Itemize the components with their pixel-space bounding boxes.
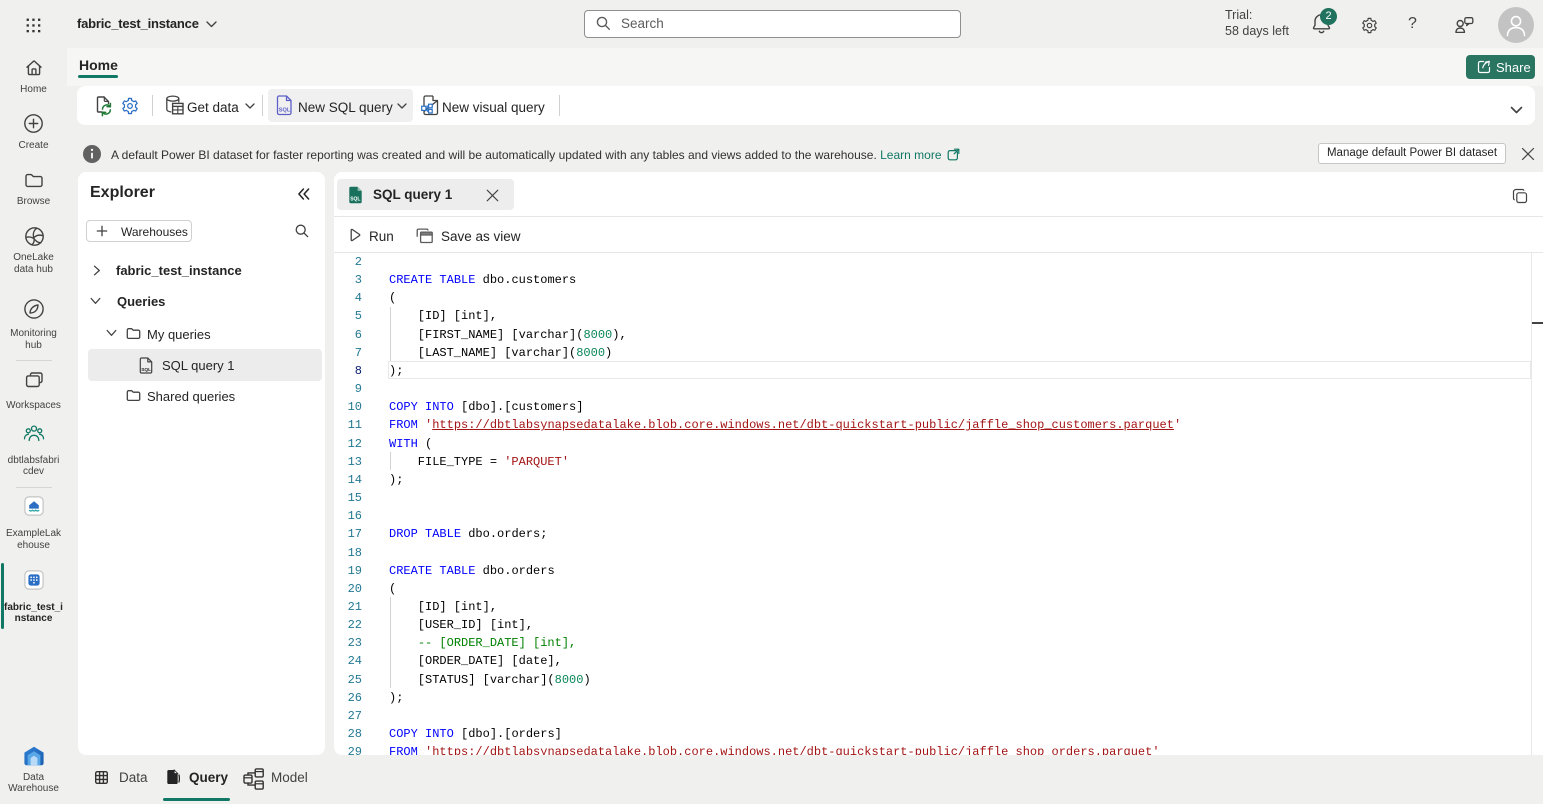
- svg-text:SQL: SQL: [141, 367, 151, 373]
- svg-text:SQL: SQL: [279, 107, 291, 113]
- svg-text:SQL: SQL: [350, 196, 360, 202]
